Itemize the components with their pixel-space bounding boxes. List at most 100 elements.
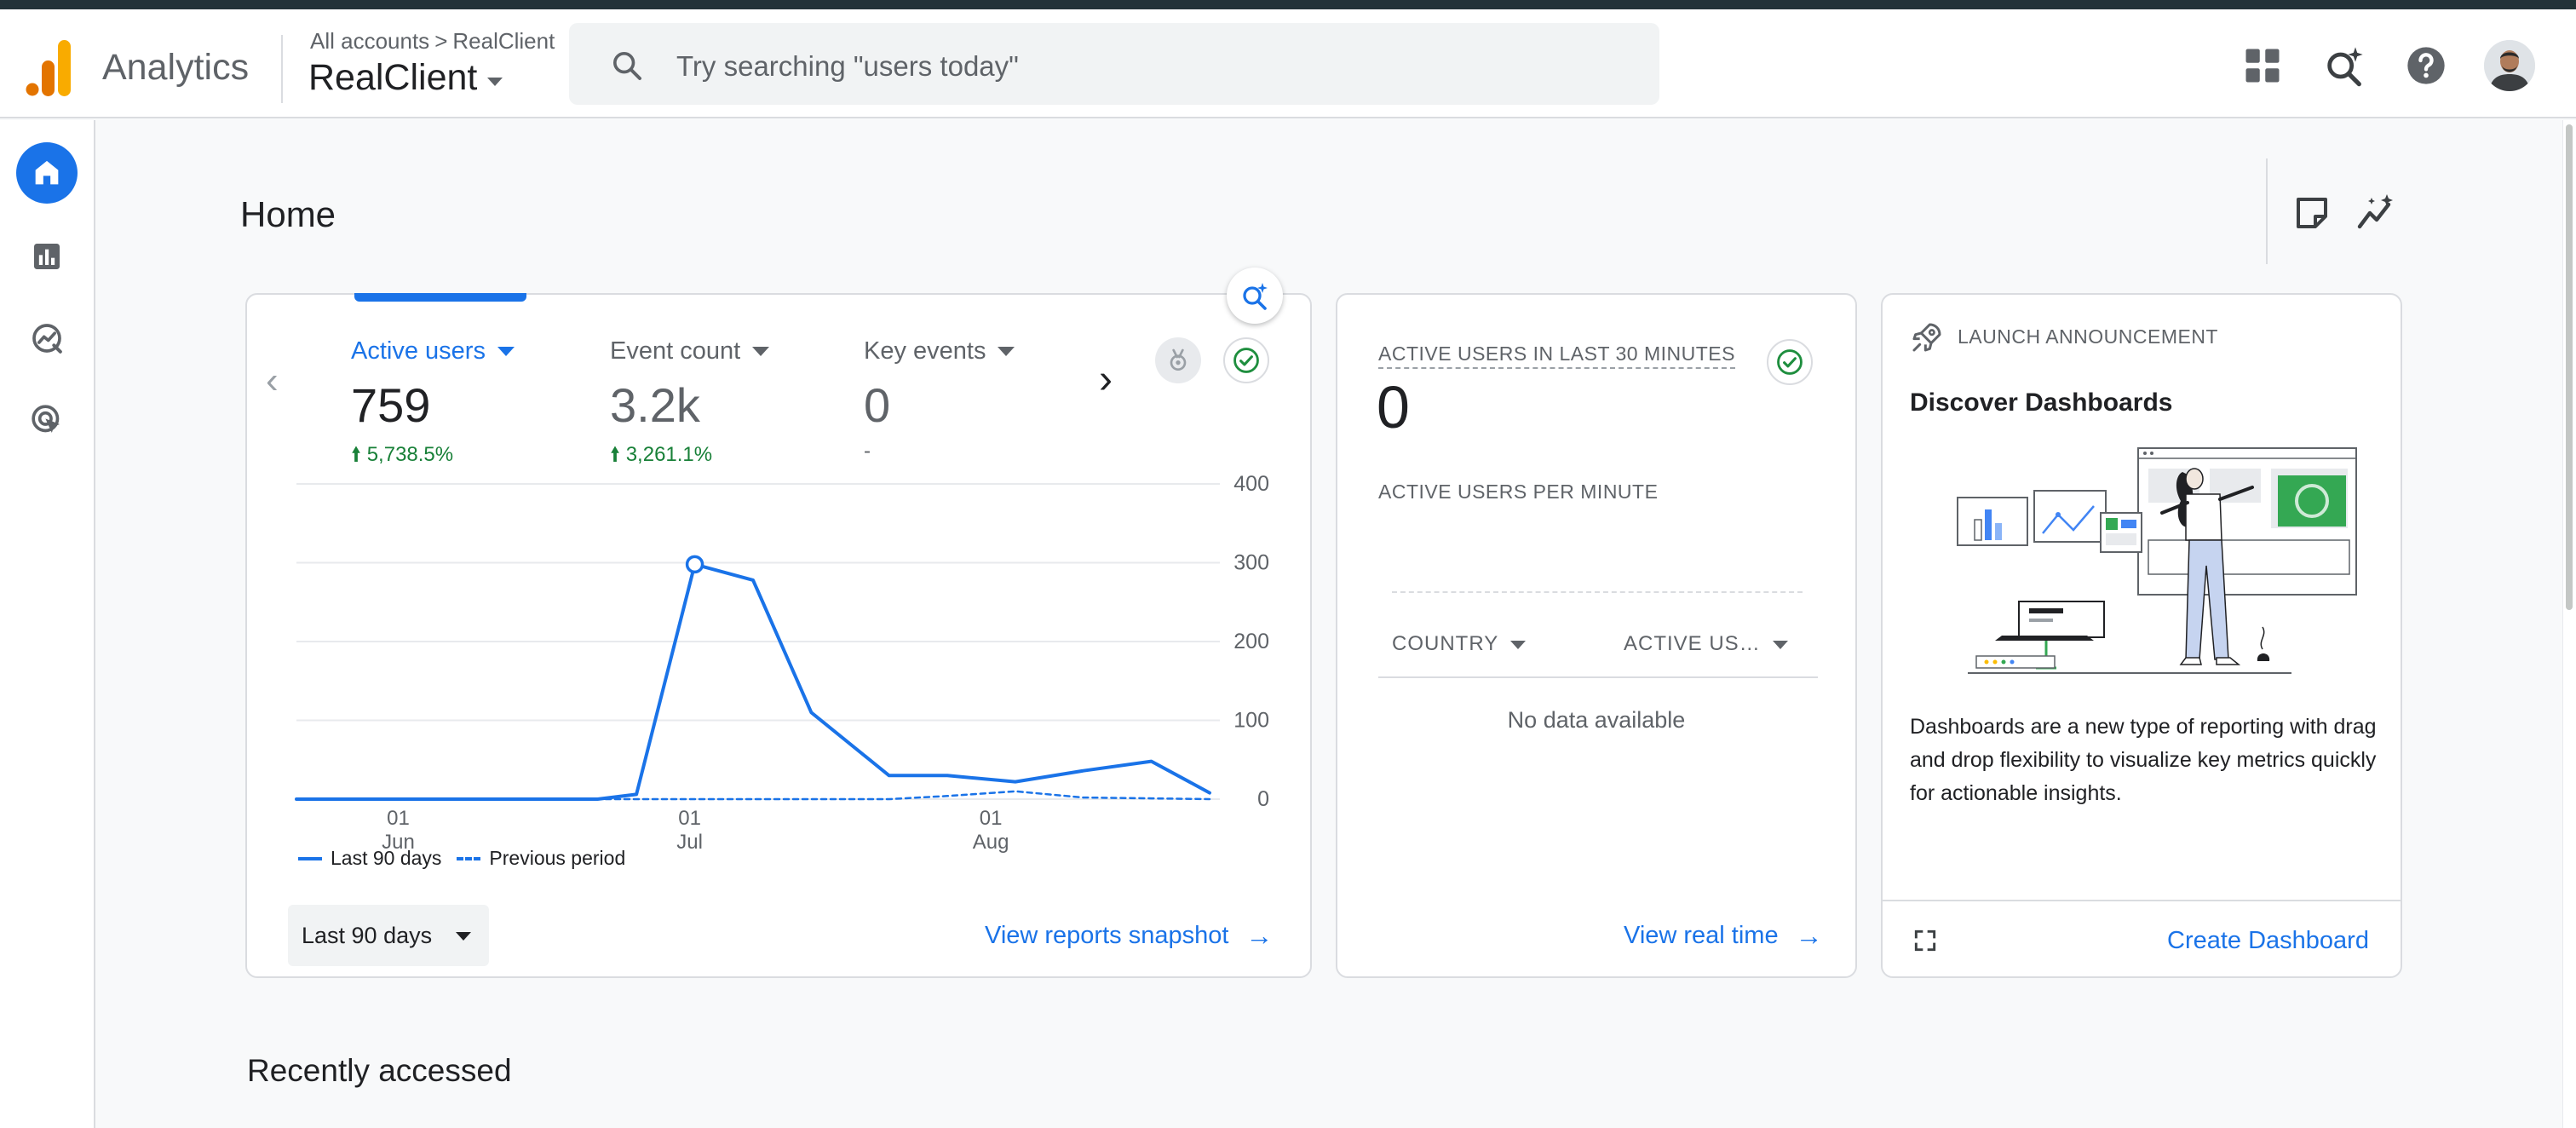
- nav-advertising[interactable]: [16, 389, 78, 451]
- account-name: RealClient: [308, 57, 478, 98]
- side-navigation: [0, 120, 95, 1128]
- expand-icon[interactable]: [1912, 927, 1939, 954]
- metric-event-count[interactable]: Event count 3.2k 🠙 3,261.1%: [610, 337, 770, 475]
- metric-change-value: 5,738.5%: [366, 443, 454, 466]
- explore-trend-icon: [32, 324, 62, 354]
- bar-chart-icon: [34, 244, 60, 269]
- breadcrumb-separator: >: [434, 28, 448, 54]
- date-range-label: Last 90 days: [302, 922, 433, 948]
- realtime-card: ACTIVE USERS IN LAST 30 MINUTES 0 ACTIVE…: [1336, 293, 1857, 978]
- search-insights-icon: [1243, 283, 1268, 310]
- help-icon[interactable]: [2404, 43, 2448, 88]
- legend-label: Last 90 days: [331, 847, 442, 869]
- account-selector[interactable]: RealClient: [308, 57, 503, 99]
- chevron-left-icon[interactable]: ‹: [266, 360, 279, 402]
- y-tick-label: 200: [1233, 630, 1269, 653]
- column-label: ACTIVE US…: [1624, 632, 1761, 655]
- breadcrumb-root[interactable]: All accounts: [310, 28, 429, 54]
- breadcrumb[interactable]: All accounts > RealClient: [310, 28, 555, 55]
- metric-label: Active users: [351, 337, 486, 365]
- announcement-title: Discover Dashboards: [1910, 388, 2173, 417]
- x-tick-label-day: 01: [678, 807, 701, 830]
- page-scrollbar-thumb[interactable]: [2566, 124, 2573, 610]
- ad-target-icon: [32, 405, 60, 433]
- metric-value: 759: [351, 378, 431, 432]
- link-label: View reports snapshot: [985, 922, 1229, 949]
- chevron-down-icon: [752, 347, 770, 356]
- nav-explore[interactable]: [16, 308, 78, 369]
- selected-metric-indicator: [354, 293, 526, 302]
- apps-grid-icon[interactable]: [2240, 43, 2285, 88]
- highlight-data-point[interactable]: [685, 555, 704, 574]
- last-90-days-series-line[interactable]: [295, 562, 1211, 801]
- arrow-right-icon: →: [1245, 920, 1274, 951]
- recently-accessed-heading: Recently accessed: [247, 1053, 512, 1088]
- rocket-icon: [1912, 323, 1941, 352]
- metric-change-value: 3,261.1%: [625, 443, 713, 466]
- search-bar[interactable]: Try searching "users today": [569, 23, 1659, 105]
- x-tick-label-month: Aug: [973, 831, 1009, 854]
- breadcrumb-account[interactable]: RealClient: [452, 28, 555, 54]
- announcement-tag: LAUNCH ANNOUNCEMENT: [1958, 325, 2218, 348]
- view-real-time-link[interactable]: View real time →: [1624, 920, 1823, 952]
- chevron-down-icon: [1510, 641, 1527, 649]
- column-header-country[interactable]: COUNTRY: [1392, 632, 1527, 656]
- legend-item-previous[interactable]: Previous period: [457, 847, 625, 870]
- date-range-dropdown[interactable]: Last 90 days: [288, 905, 489, 966]
- chart-legend: Last 90 days Previous period: [298, 847, 641, 870]
- check-circle-icon[interactable]: [1767, 339, 1813, 385]
- column-header-active-users[interactable]: ACTIVE US…: [1624, 632, 1788, 656]
- home-icon: [35, 160, 59, 185]
- metric-active-users[interactable]: Active users 759 🠙 5,738.5%: [351, 337, 515, 475]
- nav-home[interactable]: [16, 142, 78, 204]
- announcement-card: LAUNCH ANNOUNCEMENT Discover Dashboards: [1881, 293, 2402, 978]
- chevron-down-icon: [497, 347, 515, 356]
- active-users-line-chart[interactable]: 400300200100001Jun01Jul01Aug: [247, 465, 1310, 891]
- arrow-up-icon: 🠙: [351, 443, 362, 466]
- link-label: View real time: [1624, 922, 1779, 949]
- metric-label: Key events: [864, 337, 986, 365]
- achievement-badge-icon[interactable]: [1155, 337, 1201, 383]
- notes-icon[interactable]: [2291, 193, 2332, 233]
- page-title: Home: [240, 194, 336, 234]
- column-label: COUNTRY: [1392, 632, 1499, 655]
- card-footer-divider: [1883, 900, 2401, 901]
- chevron-down-icon: [456, 932, 472, 941]
- empty-state-message: No data available: [1507, 707, 1686, 733]
- view-reports-snapshot-link[interactable]: View reports snapshot →: [985, 920, 1273, 952]
- metric-key-events[interactable]: Key events 0 -: [864, 337, 1015, 463]
- realtime-active-users-value: 0: [1377, 374, 1410, 440]
- nav-reports[interactable]: [16, 226, 78, 287]
- header-divider: [281, 35, 283, 103]
- metric-label: Event count: [610, 337, 741, 365]
- browser-top-strip: [0, 0, 2576, 9]
- chevron-down-icon: [998, 347, 1015, 356]
- account-avatar[interactable]: [2484, 40, 2535, 91]
- chevron-right-icon[interactable]: ›: [1099, 356, 1113, 403]
- link-label: Create Dashboard: [2167, 927, 2369, 954]
- y-tick-label: 100: [1233, 709, 1269, 733]
- search-icon: [613, 52, 641, 80]
- x-tick-label-day: 01: [387, 807, 410, 830]
- legend-dashed-swatch: [457, 856, 481, 860]
- insights-icon[interactable]: [2356, 193, 2397, 233]
- search-placeholder[interactable]: Try searching "users today": [676, 50, 1019, 83]
- legend-item-current[interactable]: Last 90 days: [298, 847, 441, 870]
- y-tick-label: 0: [1257, 787, 1269, 811]
- x-tick-label-day: 01: [980, 807, 1003, 830]
- create-dashboard-link[interactable]: Create Dashboard: [2167, 927, 2369, 955]
- table-header-divider: [1378, 676, 1818, 678]
- check-circle-icon[interactable]: [1223, 337, 1269, 383]
- y-tick-label: 300: [1233, 551, 1269, 575]
- app-name[interactable]: Analytics: [102, 47, 249, 89]
- overview-card: ‹ Active users 759 🠙 5,738.5% Event coun…: [245, 268, 1312, 978]
- y-tick-label: 400: [1233, 472, 1269, 496]
- metric-value: 0: [864, 378, 891, 432]
- realtime-title[interactable]: ACTIVE USERS IN LAST 30 MINUTES: [1378, 342, 1735, 369]
- per-minute-sparkline-baseline: [1392, 591, 1803, 593]
- search-insights-icon[interactable]: [2322, 43, 2366, 88]
- announcement-description: Dashboards are a new type of reporting w…: [1910, 715, 2377, 805]
- analytics-logo[interactable]: [26, 40, 73, 96]
- legend-label: Previous period: [489, 847, 626, 869]
- ask-insights-button[interactable]: [1227, 268, 1283, 324]
